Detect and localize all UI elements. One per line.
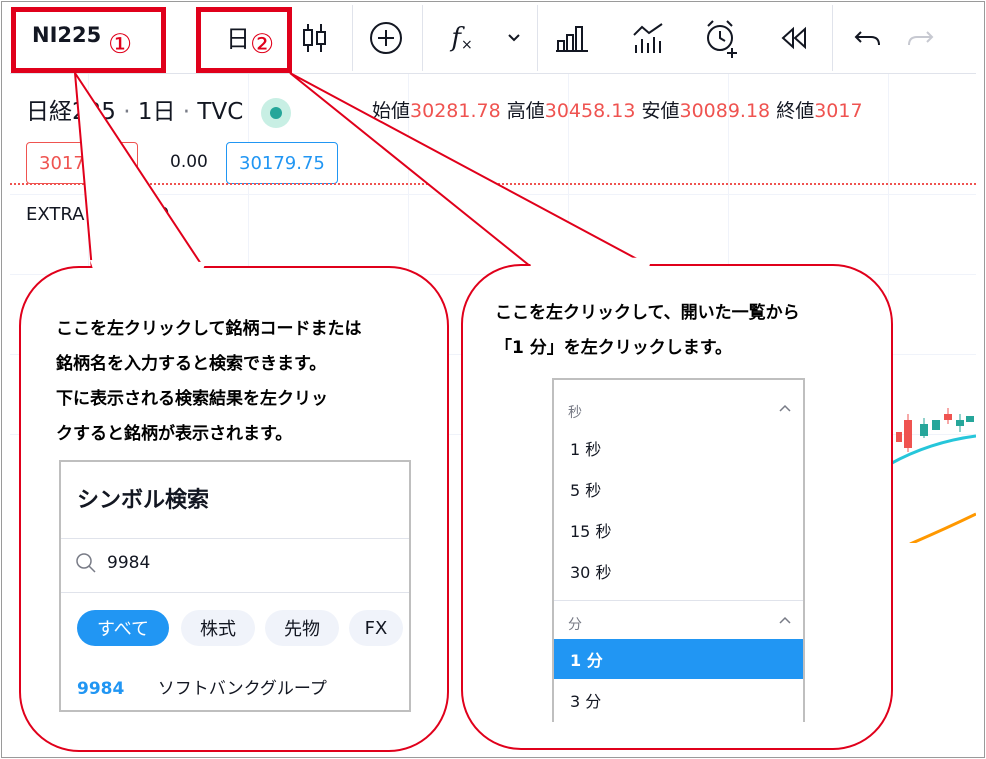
search-query: 9984 (107, 553, 151, 573)
seconds-header[interactable]: 秒 (568, 402, 582, 422)
interval-dropdown: 秒 1 秒 5 秒 15 秒 30 秒 分 1 分 3 分 (552, 378, 805, 722)
interval-item-1s[interactable]: 1 秒 (554, 428, 803, 468)
filter-chip-futures[interactable]: 先物 (265, 610, 339, 646)
interval-item-3m[interactable]: 3 分 (554, 680, 803, 720)
symbol-search-panel: シンボル検索 9984 すべて 株式 先物 FX 9984 ソフトバンクグループ (59, 460, 411, 712)
bubble1-line: ここを左クリックして銘柄コードまたは (56, 319, 362, 339)
search-panel-title: シンボル検索 (77, 488, 210, 513)
filter-chip-fx[interactable]: FX (349, 610, 403, 646)
interval-item-5s[interactable]: 5 秒 (554, 469, 803, 509)
search-input[interactable]: 9984 (75, 552, 150, 574)
interval-item-15s[interactable]: 15 秒 (554, 510, 803, 550)
filter-chip-stocks[interactable]: 株式 (181, 610, 255, 646)
bubble2-line: ここを左クリックして、開いた一覧から (495, 303, 800, 323)
interval-item-1m[interactable]: 1 分 (554, 639, 803, 679)
bubble1-line: 銘柄名を入力すると検索できます。 (56, 354, 327, 374)
filter-chip-all[interactable]: すべて (77, 610, 169, 646)
chevron-up-icon[interactable] (779, 404, 791, 412)
bubble2-line: 「1 分」を左クリックします。 (495, 338, 733, 358)
bubble1-line: クすると銘柄が表示されます。 (56, 424, 293, 444)
search-result-row[interactable]: 9984 ソフトバンクグループ (77, 674, 327, 699)
minutes-header[interactable]: 分 (568, 614, 582, 634)
divider (61, 538, 409, 539)
bubble2-text: ここを左クリックして、開いた一覧から 「1 分」を左クリックします。 (495, 296, 800, 366)
chevron-up-icon[interactable] (779, 616, 791, 624)
result-code: 9984 (77, 679, 125, 699)
bubble1-line: 下に表示される検索結果を左クリッ (56, 389, 328, 409)
bubble1-text: ここを左クリックして銘柄コードまたは 銘柄名を入力すると検索できます。 下に表示… (56, 312, 362, 452)
result-name: ソフトバンクグループ (157, 679, 327, 699)
divider (554, 600, 803, 601)
divider (61, 592, 409, 593)
interval-item-30s[interactable]: 30 秒 (554, 551, 803, 591)
search-icon (76, 553, 96, 573)
